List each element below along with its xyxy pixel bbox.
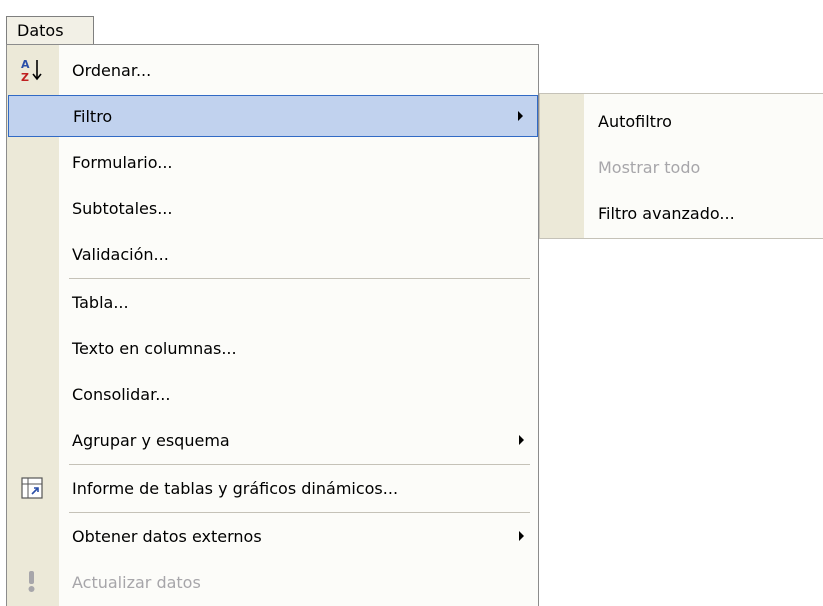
menu-item-label: Agrupar y esquema	[72, 430, 230, 450]
menu-item-validacion[interactable]: Validación...	[8, 233, 538, 275]
menu-item-obtener-datos-externos[interactable]: Obtener datos externos	[8, 515, 538, 557]
datos-menu: A Z Ordenar... Filtro Formulario... Subt…	[6, 44, 539, 606]
menu-item-label: Validación...	[72, 244, 169, 264]
menu-item-filtro[interactable]: Filtro	[8, 95, 538, 137]
menu-item-ordenar[interactable]: A Z Ordenar...	[8, 49, 538, 91]
menu-item-label: Ordenar...	[72, 60, 152, 80]
menu-separator	[69, 464, 530, 465]
svg-text:A: A	[21, 58, 30, 71]
svg-text:Z: Z	[21, 71, 29, 84]
menu-item-subtotales[interactable]: Subtotales...	[8, 187, 538, 229]
menu-item-tabla[interactable]: Tabla...	[8, 281, 538, 323]
menu-item-label: Consolidar...	[72, 384, 171, 404]
menu-item-label: Texto en columnas...	[72, 338, 237, 358]
menu-item-label: Formulario...	[72, 152, 173, 172]
menu-item-texto-en-columnas[interactable]: Texto en columnas...	[8, 327, 538, 369]
submenu-item-autofiltro[interactable]: Autofiltro	[540, 98, 823, 144]
menu-item-formulario[interactable]: Formulario...	[8, 141, 538, 183]
menu-item-label: Tabla...	[72, 292, 129, 312]
submenu-item-label: Autofiltro	[598, 111, 672, 131]
submenu-item-filtro-avanzado[interactable]: Filtro avanzado...	[540, 190, 823, 236]
menu-item-label: Filtro	[73, 106, 113, 126]
submenu-arrow-icon	[518, 111, 523, 121]
menu-item-actualizar-datos[interactable]: Actualizar datos	[8, 561, 538, 603]
pivot-table-icon	[21, 477, 43, 499]
menu-item-label: Informe de tablas y gráficos dinámicos..…	[72, 478, 399, 498]
menu-item-informe-tablas-dinamicas[interactable]: Informe de tablas y gráficos dinámicos..…	[8, 467, 538, 509]
submenu-arrow-icon	[519, 531, 524, 541]
menu-item-label: Obtener datos externos	[72, 526, 262, 546]
submenu-arrow-icon	[519, 435, 524, 445]
submenu-item-mostrar-todo[interactable]: Mostrar todo	[540, 144, 823, 190]
filtro-submenu: Autofiltro Mostrar todo Filtro avanzado.…	[539, 93, 823, 239]
menu-separator	[69, 512, 530, 513]
menubar-item-label: Datos	[17, 21, 64, 40]
menubar-item-datos[interactable]: Datos	[6, 16, 94, 44]
submenu-item-label: Mostrar todo	[598, 157, 701, 177]
menu-separator	[69, 278, 530, 279]
refresh-data-icon	[28, 571, 35, 592]
sort-az-icon: A Z	[21, 58, 42, 84]
menu-item-label: Subtotales...	[72, 198, 173, 218]
submenu-item-label: Filtro avanzado...	[598, 203, 735, 223]
menu-item-agrupar-y-esquema[interactable]: Agrupar y esquema	[8, 419, 538, 461]
menu-item-label: Actualizar datos	[72, 572, 201, 592]
menu-item-consolidar[interactable]: Consolidar...	[8, 373, 538, 415]
